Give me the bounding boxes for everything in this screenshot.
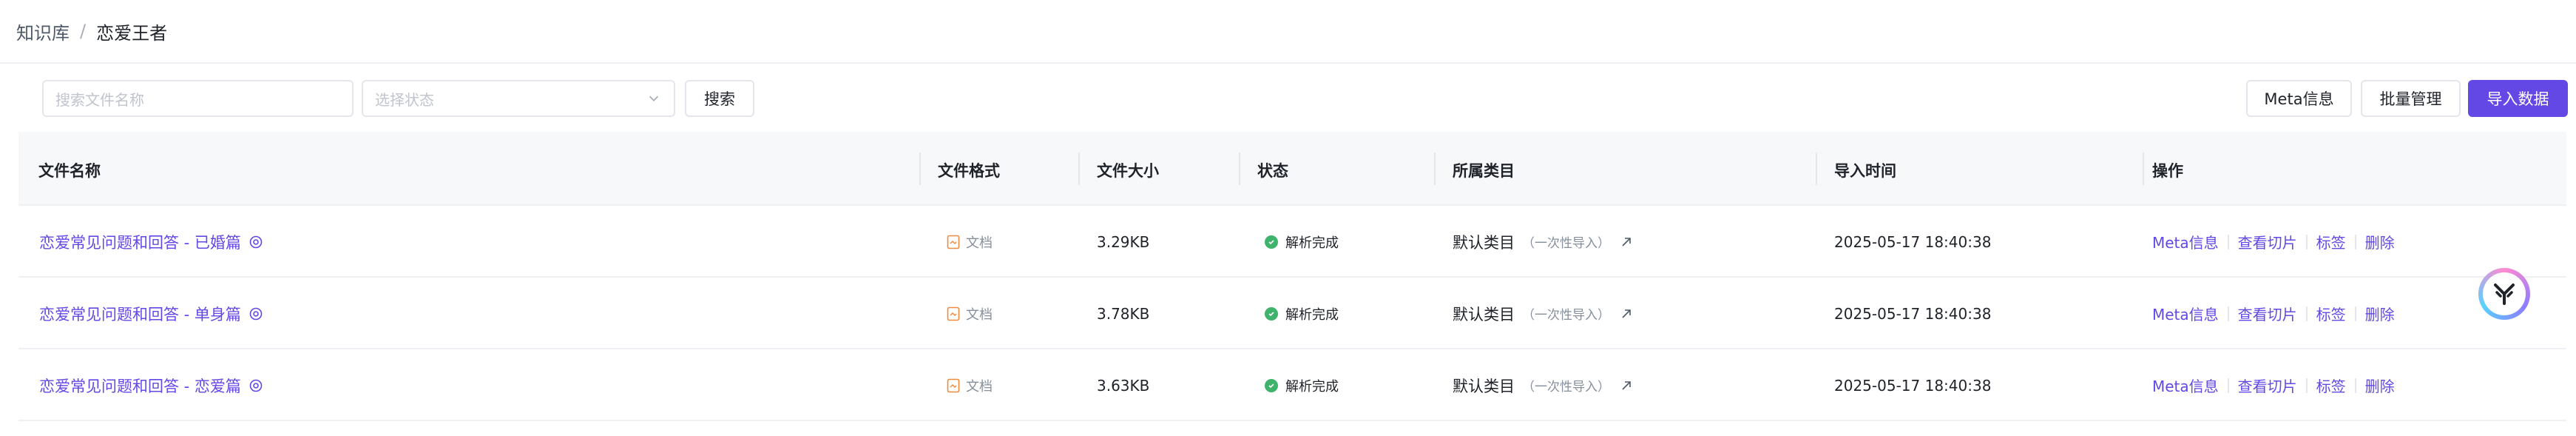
action-divider [2305, 306, 2308, 321]
action-delete[interactable]: 删除 [2365, 303, 2395, 324]
search-input[interactable]: 搜索文件名称 [42, 80, 354, 117]
action-view-slices[interactable]: 查看切片 [2238, 231, 2297, 252]
action-tags[interactable]: 标签 [2316, 231, 2346, 252]
action-meta[interactable]: Meta信息 [2152, 303, 2219, 324]
action-tags[interactable]: 标签 [2316, 375, 2346, 396]
category-name: 默认类目 [1453, 305, 1515, 323]
import-time: 2025-05-17 18:40:38 [1834, 304, 1992, 323]
file-size: 3.63KB [1097, 376, 1150, 395]
breadcrumb: 知识库 / 恋爱王者 [0, 0, 2576, 64]
meta-info-button[interactable]: Meta信息 [2246, 80, 2352, 117]
toolbar: 搜索文件名称 选择状态 搜索 Meta信息 批量管理 导入数据 [0, 80, 2576, 118]
category-note: （一次性导入） [1522, 380, 1610, 395]
header-actions: 操作 [2152, 162, 2183, 180]
column-divider [1078, 152, 1080, 185]
assistant-logo-icon [2483, 272, 2526, 315]
action-tags[interactable]: 标签 [2316, 303, 2346, 324]
file-name-link[interactable]: 恋爱常见问题和回答 - 已婚篇 [39, 231, 241, 253]
file-name-link[interactable]: 恋爱常见问题和回答 - 单身篇 [39, 303, 241, 325]
file-size: 3.78KB [1097, 304, 1150, 323]
category-name: 默认类目 [1453, 233, 1515, 252]
column-divider [1816, 152, 1817, 185]
category-note: （一次性导入） [1522, 236, 1610, 251]
action-view-slices[interactable]: 查看切片 [2238, 375, 2297, 396]
header-name: 文件名称 [38, 162, 101, 180]
file-doc-icon [947, 306, 960, 321]
category-note: （一次性导入） [1522, 308, 1610, 323]
action-divider [2305, 378, 2308, 393]
file-name-link[interactable]: 恋爱常见问题和回答 - 恋爱篇 [39, 375, 241, 397]
category-name: 默认类目 [1453, 377, 1515, 395]
breadcrumb-current: 恋爱王者 [96, 22, 168, 44]
action-delete[interactable]: 删除 [2365, 375, 2395, 396]
assistant-float-button[interactable] [2478, 268, 2530, 320]
action-meta[interactable]: Meta信息 [2152, 231, 2219, 252]
action-divider [2227, 306, 2229, 321]
status-check-icon [1265, 306, 1278, 321]
arrow-up-right-icon[interactable] [1619, 378, 1634, 393]
copy-icon[interactable] [249, 306, 263, 321]
action-meta[interactable]: Meta信息 [2152, 375, 2219, 396]
import-data-button[interactable]: 导入数据 [2468, 80, 2568, 117]
search-placeholder: 搜索文件名称 [55, 90, 144, 109]
action-divider [2305, 234, 2308, 249]
file-size: 3.29KB [1097, 232, 1150, 251]
action-divider [2354, 378, 2356, 393]
table-row: 恋爱常见问题和回答 - 恋爱篇 文档 3.63KB 解析完成 默认类目 （一次性… [18, 349, 2566, 421]
status-badge: 解析完成 [1285, 235, 1339, 251]
status-check-icon [1265, 378, 1278, 392]
arrow-up-right-icon[interactable] [1619, 235, 1634, 249]
chevron-down-icon [649, 95, 659, 102]
copy-icon[interactable] [249, 235, 263, 249]
status-check-icon [1265, 235, 1278, 249]
search-button[interactable]: 搜索 [685, 80, 754, 117]
file-doc-icon [947, 235, 960, 249]
file-format: 文档 [966, 378, 993, 395]
header-status: 状态 [1257, 162, 1288, 180]
status-placeholder: 选择状态 [375, 90, 434, 109]
breadcrumb-separator: / [80, 21, 87, 41]
status-badge: 解析完成 [1285, 378, 1339, 395]
file-format: 文档 [966, 306, 993, 323]
arrow-up-right-icon[interactable] [1619, 306, 1634, 321]
action-divider [2354, 234, 2356, 249]
action-divider [2354, 306, 2356, 321]
header-category: 所属类目 [1453, 162, 1515, 180]
action-view-slices[interactable]: 查看切片 [2238, 303, 2297, 324]
copy-icon[interactable] [249, 378, 263, 393]
column-divider [1434, 152, 1436, 185]
column-divider [2143, 152, 2144, 185]
file-format: 文档 [966, 235, 993, 251]
status-select[interactable]: 选择状态 [362, 80, 675, 117]
column-divider [1239, 152, 1240, 185]
header-format: 文件格式 [938, 162, 1000, 180]
action-delete[interactable]: 删除 [2365, 231, 2395, 252]
batch-manage-button[interactable]: 批量管理 [2361, 80, 2461, 117]
status-badge: 解析完成 [1285, 306, 1339, 323]
file-table: 文件名称 文件格式 文件大小 状态 所属类目 导入时间 操作 恋爱常见问题和回答… [18, 132, 2566, 421]
import-time: 2025-05-17 18:40:38 [1834, 232, 1992, 251]
import-time: 2025-05-17 18:40:38 [1834, 376, 1992, 395]
table-row: 恋爱常见问题和回答 - 单身篇 文档 3.78KB 解析完成 默认类目 （一次性… [18, 278, 2566, 349]
column-divider [919, 152, 921, 185]
breadcrumb-root[interactable]: 知识库 [16, 19, 70, 44]
header-time: 导入时间 [1834, 162, 1896, 180]
table-header: 文件名称 文件格式 文件大小 状态 所属类目 导入时间 操作 [18, 132, 2566, 206]
action-divider [2227, 378, 2229, 393]
file-doc-icon [947, 378, 960, 392]
header-size: 文件大小 [1097, 162, 1159, 180]
action-divider [2227, 234, 2229, 249]
table-row: 恋爱常见问题和回答 - 已婚篇 文档 3.29KB 解析完成 默认类目 （一次性… [18, 206, 2566, 278]
